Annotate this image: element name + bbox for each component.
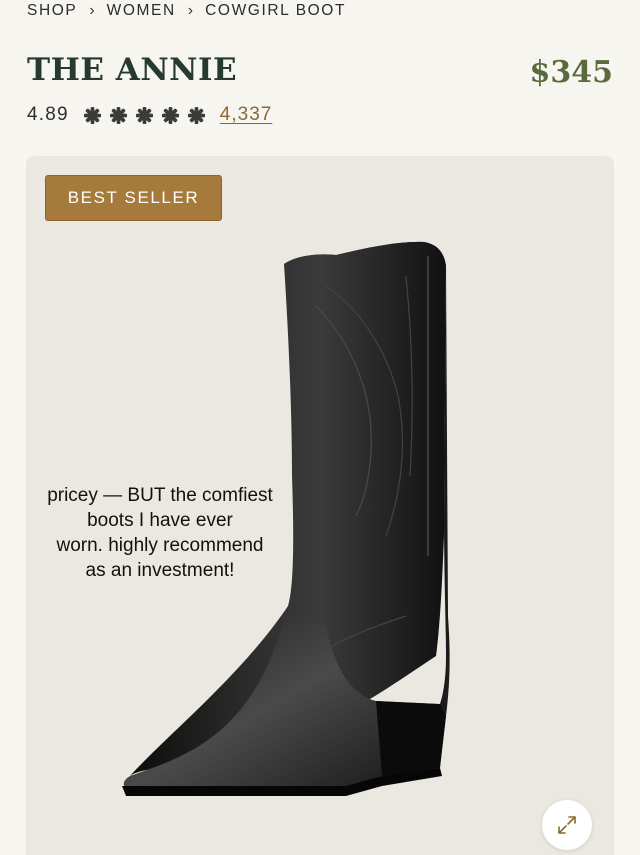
review-quote-line: worn. highly recommend	[56, 535, 264, 556]
review-quote: pricey — BUT the comfiest boots I have e…	[32, 483, 288, 583]
chevron-right-icon: ›	[187, 2, 194, 19]
product-title: THE ANNIE	[27, 52, 238, 88]
review-quote-line: boots I have ever	[87, 510, 233, 531]
rating-stars	[83, 106, 206, 125]
star-icon	[109, 106, 127, 124]
review-count-link[interactable]: 4,337	[220, 104, 273, 126]
review-quote-line: pricey — BUT the comfiest	[47, 485, 273, 506]
product-image-card: BEST SELLER pricey — BUT the comfiest bo…	[26, 156, 614, 855]
breadcrumb-cowgirl-boot[interactable]: COWGIRL BOOT	[205, 2, 346, 20]
breadcrumb-shop[interactable]: SHOP	[27, 2, 77, 20]
star-icon	[187, 106, 205, 124]
expand-image-button[interactable]	[542, 800, 592, 850]
star-icon	[161, 106, 179, 124]
review-quote-line: as an investment!	[85, 560, 235, 581]
product-page: SHOP › WOMEN › COWGIRL BOOT THE ANNIE $3…	[0, 0, 640, 855]
expand-icon	[558, 816, 576, 834]
star-icon	[83, 106, 101, 124]
breadcrumb: SHOP › WOMEN › COWGIRL BOOT	[27, 0, 346, 22]
breadcrumb-women[interactable]: WOMEN	[107, 2, 176, 20]
chevron-right-icon: ›	[89, 2, 95, 19]
product-price: $345	[529, 55, 614, 90]
rating-summary: 4.89 4,337	[27, 104, 272, 126]
best-seller-badge: BEST SELLER	[45, 175, 222, 221]
star-icon	[135, 106, 153, 124]
rating-value: 4.89	[27, 104, 69, 125]
